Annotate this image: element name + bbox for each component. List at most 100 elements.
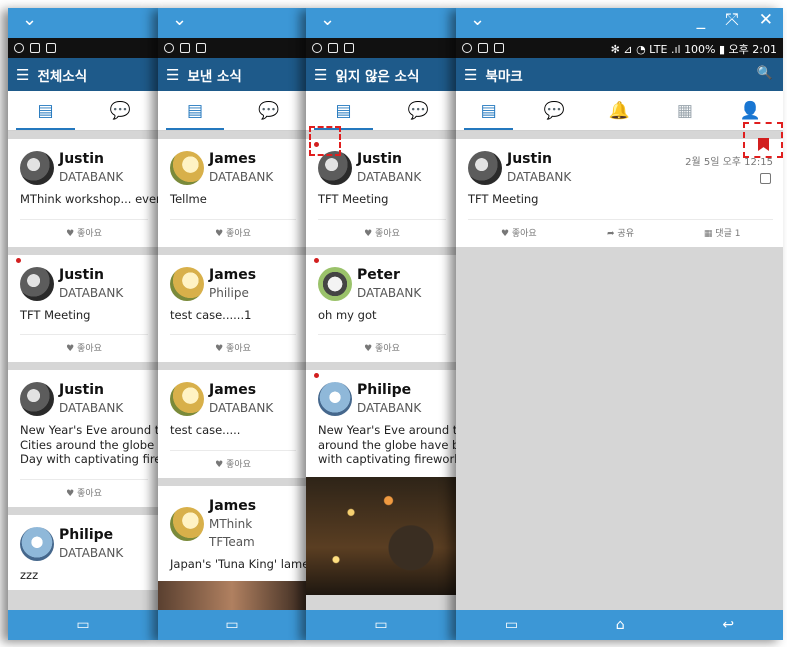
tab-chat[interactable]: 💬 bbox=[381, 91, 456, 130]
like-button[interactable]: ♥ 좋아요 bbox=[318, 341, 446, 354]
post-text: MThink workshop... every bbox=[20, 192, 158, 206]
post-text-line: Cities around the globe h bbox=[20, 437, 158, 452]
post-text-line: with captivating fireworks bbox=[318, 452, 456, 466]
tab-chat[interactable]: 💬 bbox=[83, 91, 158, 130]
post-card[interactable]: Peter DATABANK oh my got ♥ 좋아요 bbox=[306, 254, 456, 362]
status-bar bbox=[158, 38, 306, 58]
avatar bbox=[20, 151, 54, 185]
tab-feed[interactable]: ▤ bbox=[158, 91, 232, 130]
screen-bookmarks: ⌄ _ ⤧ ✕ ✻ ⊿ ◔ LTE .ıl 100% ▮ 오후 2:01 ☰ 북… bbox=[456, 8, 783, 640]
calendar-icon[interactable] bbox=[760, 173, 771, 184]
avatar bbox=[170, 506, 204, 541]
window-titlebar: ⌄ bbox=[8, 8, 158, 38]
author-org: DATABANK bbox=[507, 170, 572, 184]
tab-feed[interactable]: ▤ bbox=[456, 91, 521, 130]
recent-apps-icon[interactable]: ▭ bbox=[505, 617, 518, 633]
post-text: Tellme bbox=[170, 192, 207, 206]
post-card[interactable]: James DATABANK test case..... ♥ 좋아요 bbox=[158, 370, 306, 478]
menu-icon[interactable]: ☰ bbox=[16, 66, 29, 84]
news-feed[interactable]: James DATABANK Tellme ♥ 좋아요 James Philip… bbox=[158, 131, 306, 610]
status-app-icon bbox=[14, 43, 24, 53]
window-titlebar: ⌄ bbox=[158, 8, 306, 38]
feed-icon: ▤ bbox=[186, 100, 204, 121]
avatar bbox=[20, 266, 54, 301]
post-image[interactable] bbox=[306, 476, 456, 595]
recent-apps-icon[interactable]: ▭ bbox=[225, 617, 238, 633]
like-button[interactable]: ♥ 좋아요 bbox=[20, 341, 148, 354]
minimize-icon[interactable]: _ bbox=[697, 10, 706, 30]
post-card[interactable]: James MThink TFTeam Japan's 'Tuna King' … bbox=[158, 485, 306, 610]
chevron-down-icon[interactable]: ⌄ bbox=[22, 9, 37, 31]
news-feed[interactable]: Justin DATABANK MThink workshop... every… bbox=[8, 131, 158, 610]
search-icon[interactable]: 🔍 bbox=[757, 66, 773, 81]
app-bar: ☰ 전체소식 bbox=[8, 58, 158, 91]
highlight-unread-dot bbox=[309, 126, 341, 156]
menu-icon[interactable]: ☰ bbox=[166, 66, 179, 84]
close-icon[interactable]: ✕ bbox=[759, 10, 773, 30]
post-card[interactable]: Justin DATABANK New Year's Eve around th… bbox=[8, 370, 158, 507]
screen-sent-news: ⌄ ☰ 보낸 소식 ▤ 💬 James DATABANK Tellme ♥ 좋아… bbox=[158, 8, 306, 640]
post-card[interactable]: James Philipe test case......1 ♥ 좋아요 bbox=[158, 254, 306, 362]
like-button[interactable]: ♥ 좋아요 bbox=[170, 226, 296, 239]
nav-bar: ▭ ⌂ ↩ bbox=[456, 610, 783, 640]
tab-bar: ▤ 💬 bbox=[158, 91, 306, 131]
tab-feed[interactable]: ▤ bbox=[306, 91, 381, 130]
post-card[interactable]: Justin DATABANK TFT Meeting ♥ 좋아요 bbox=[8, 254, 158, 362]
person-icon: 👤 bbox=[739, 100, 761, 121]
post-card[interactable]: Justin DATABANK 2월 5일 오후 12:15 TFT Meeti… bbox=[456, 139, 783, 247]
author-org: MThink TFTeam bbox=[209, 516, 255, 549]
menu-icon[interactable]: ☰ bbox=[314, 66, 327, 84]
page-title: 전체소식 bbox=[37, 68, 88, 85]
status-keyboard-icon bbox=[46, 43, 56, 53]
chevron-down-icon[interactable]: ⌄ bbox=[470, 9, 485, 31]
like-button[interactable]: ♥ 좋아요 bbox=[20, 226, 148, 239]
bookmark-feed[interactable]: Justin DATABANK 2월 5일 오후 12:15 TFT Meeti… bbox=[456, 131, 783, 610]
chevron-down-icon[interactable]: ⌄ bbox=[172, 9, 187, 31]
app-bar: ☰ 보낸 소식 bbox=[158, 58, 306, 91]
status-app-icon bbox=[462, 43, 472, 53]
chevron-down-icon[interactable]: ⌄ bbox=[320, 9, 335, 31]
chat-bubble-icon: 💬 bbox=[543, 100, 565, 121]
tab-chat[interactable]: 💬 bbox=[521, 91, 586, 130]
author-name: Peter bbox=[357, 266, 400, 283]
tab-chat[interactable]: 💬 bbox=[232, 91, 306, 130]
tab-feed[interactable]: ▤ bbox=[8, 91, 83, 130]
resize-icon[interactable]: ⤧ bbox=[725, 10, 739, 30]
like-button[interactable]: ♥ 좋아요 bbox=[468, 226, 570, 239]
status-notification-icon bbox=[328, 43, 338, 53]
like-button[interactable]: ♥ 좋아요 bbox=[20, 486, 148, 499]
post-text: New Year's Eve around th Cities around t… bbox=[20, 423, 158, 467]
post-card[interactable]: Justin DATABANK MThink workshop... every… bbox=[8, 139, 158, 247]
share-button[interactable]: ➦ 공유 bbox=[570, 226, 672, 239]
author-name: Justin bbox=[59, 266, 104, 283]
tab-notifications[interactable]: 🔔 bbox=[587, 91, 652, 130]
like-button[interactable]: ♥ 좋아요 bbox=[318, 226, 446, 239]
post-text: TFT Meeting bbox=[20, 307, 91, 322]
post-card[interactable]: Philipe DATABANK New Year's Eve around t… bbox=[306, 370, 456, 595]
post-card[interactable]: James DATABANK Tellme ♥ 좋아요 bbox=[158, 139, 306, 247]
author-org: DATABANK bbox=[59, 545, 124, 560]
like-button[interactable]: ♥ 좋아요 bbox=[170, 341, 296, 354]
like-button[interactable]: ♥ 좋아요 bbox=[170, 457, 296, 470]
news-feed[interactable]: Justin DATABANK TFT Meeting ♥ 좋아요 Peter … bbox=[306, 131, 456, 610]
status-right: ✻ ⊿ ◔ LTE .ıl 100% ▮ 오후 2:01 bbox=[610, 43, 777, 56]
unread-dot bbox=[314, 257, 319, 263]
avatar bbox=[170, 266, 204, 301]
menu-icon[interactable]: ☰ bbox=[464, 66, 477, 84]
chat-bubble-icon: 💬 bbox=[258, 100, 280, 121]
recent-apps-icon[interactable]: ▭ bbox=[76, 617, 89, 633]
avatar bbox=[318, 151, 352, 185]
home-icon[interactable]: ⌂ bbox=[616, 617, 625, 633]
post-image[interactable] bbox=[158, 581, 306, 610]
status-app-icon bbox=[164, 43, 174, 53]
author-org: DATABANK bbox=[59, 285, 124, 300]
author-org: DATABANK bbox=[357, 170, 422, 184]
author-org: DATABANK bbox=[357, 285, 422, 300]
comment-button[interactable]: ▦ 댓글 1 bbox=[671, 226, 773, 239]
tab-calendar[interactable]: ▦ bbox=[652, 91, 717, 130]
status-bar bbox=[8, 38, 158, 58]
recent-apps-icon[interactable]: ▭ bbox=[374, 617, 387, 633]
back-icon[interactable]: ↩ bbox=[722, 617, 734, 633]
post-card[interactable]: Philipe DATABANK zzz bbox=[8, 514, 158, 590]
post-text-line: Day with captivating firew bbox=[20, 452, 158, 466]
